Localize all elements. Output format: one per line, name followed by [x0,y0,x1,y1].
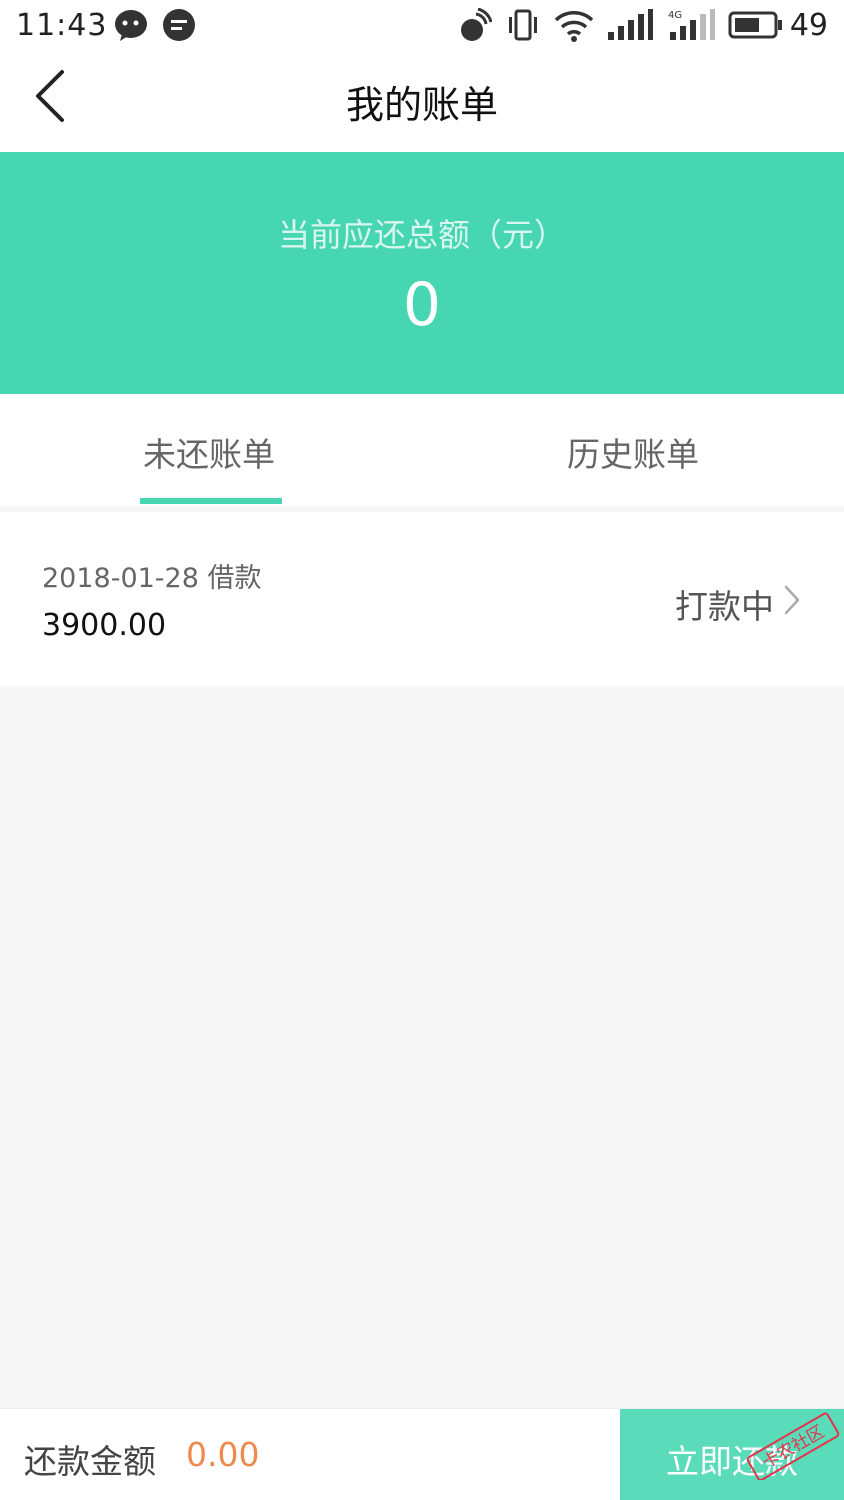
battery-icon [728,10,784,44]
bill-list-item[interactable]: 2018-01-28 借款 3900.00 打款中 [0,512,844,686]
active-tab-indicator [140,498,282,504]
vibrate-icon [506,8,540,46]
status-time: 11:43 [16,8,108,43]
watermark-logo: 卡农社区 [746,1412,840,1480]
repay-bottom-bar: 还款金额 0.00 立即还款 [0,1408,844,1500]
signal-4g-icon: 4G [668,8,716,46]
svg-text:4G: 4G [668,10,682,21]
total-due-banner: 当前应还总额（元） 0 [0,152,844,394]
bill-date-type: 2018-01-28 借款 [42,563,262,594]
tab-history-bills[interactable]: 历史账单 [422,394,844,506]
bill-status: 打款中 [675,587,774,626]
wifi-icon [554,8,594,46]
app-header: 我的账单 [0,52,844,152]
bill-amount: 3900.00 [42,608,167,643]
total-due-label: 当前应还总额（元） [277,216,566,254]
message-icon [162,8,196,46]
page-title: 我的账单 [345,83,498,127]
tab-unpaid-bills[interactable]: 未还账单 [0,394,422,506]
signal-icon [606,8,654,46]
chevron-right-icon [784,585,800,615]
repay-amount-value: 0.00 [186,1435,260,1474]
bill-tabs: 未还账单 历史账单 [0,394,844,506]
repay-amount-label: 还款金额 [24,1442,156,1481]
total-due-amount: 0 [402,270,442,340]
status-bar: 11:43 4G 49 [0,0,844,52]
satellite-icon [456,7,493,48]
chat-bubble-icon [114,8,148,46]
battery-level: 49 [789,8,828,43]
